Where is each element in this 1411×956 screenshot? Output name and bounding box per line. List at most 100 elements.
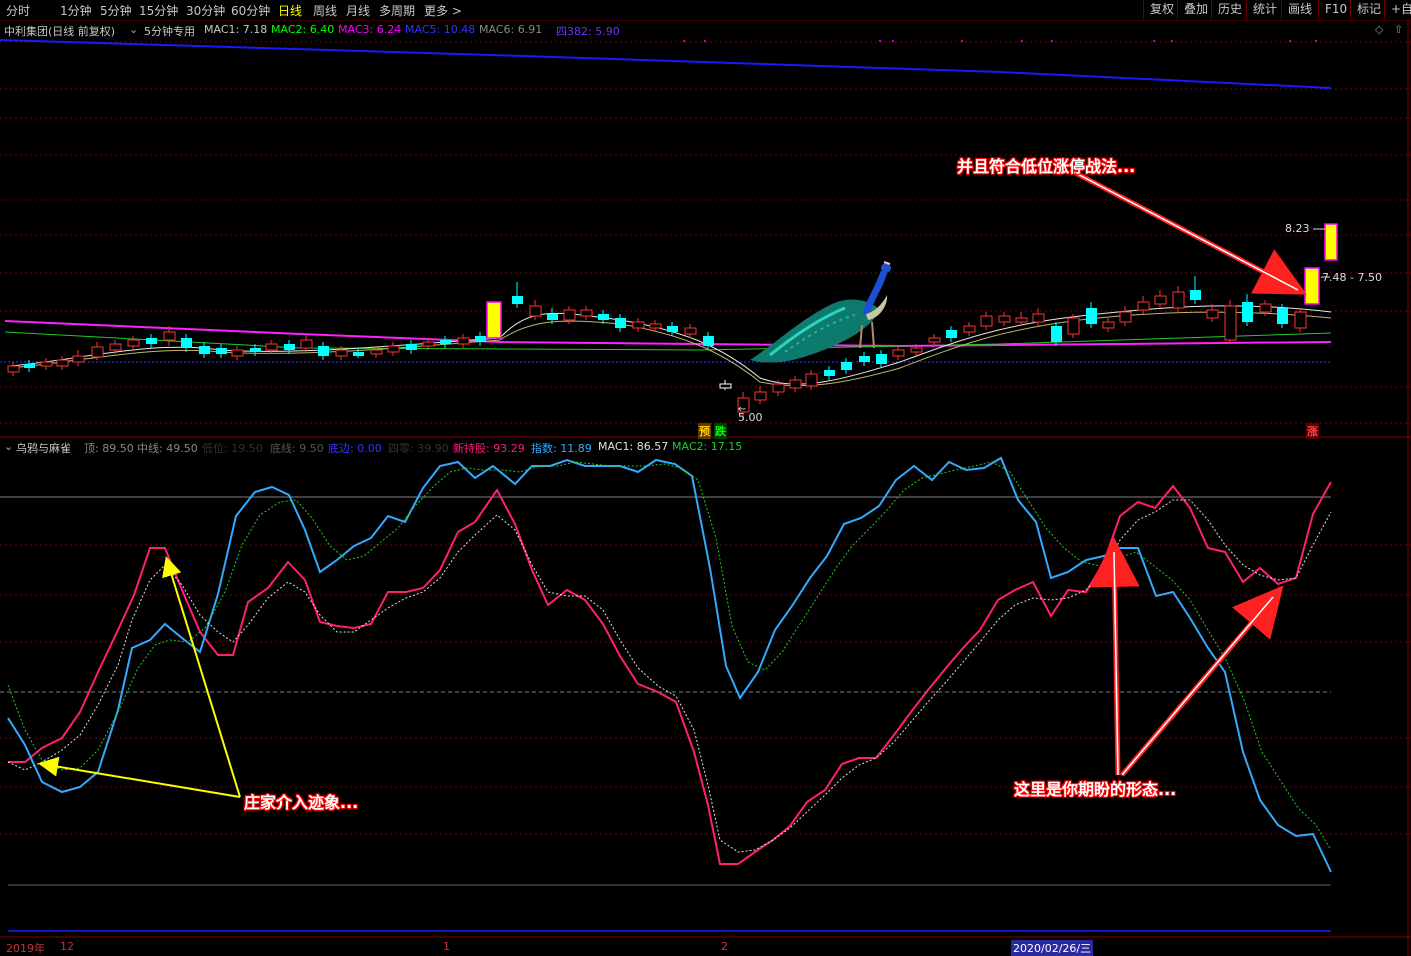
sub-edge: 底边: 0.00 (328, 442, 382, 455)
date-jan: 1 (443, 940, 450, 953)
candle-body (1242, 302, 1253, 322)
low-arrow-icon: ← (738, 404, 747, 415)
sub-indicator-name[interactable]: 乌鸦与麻雀 (16, 440, 71, 456)
candle-body (684, 327, 697, 335)
date-year: 2019年 (6, 942, 45, 955)
candle-body (598, 314, 609, 320)
annotation-top-right: 并且符合低位涨停战法... (957, 157, 1136, 176)
date-cursor: 2020/02/26/三 (1011, 940, 1094, 956)
signal-yu: 预 (698, 423, 711, 439)
candle-body (1119, 311, 1132, 323)
candle-body (824, 370, 835, 376)
candle-body (216, 348, 227, 354)
candle-body (1172, 291, 1185, 309)
candle-body (805, 373, 818, 387)
candle-body (40, 361, 53, 367)
sub-grid (0, 496, 1411, 932)
candle-body (370, 349, 383, 355)
pink-indicator-line (8, 481, 1332, 865)
signal-die: 跌 (714, 423, 727, 439)
candle-body (250, 348, 261, 352)
main-grid (0, 41, 1411, 424)
candle-body (703, 336, 714, 346)
settings-icon[interactable]: ⌄ (4, 440, 13, 453)
candle-body (284, 344, 295, 350)
candle-body (547, 314, 558, 320)
candle-body (199, 346, 210, 354)
sub-index: 指数: 11.89 (531, 442, 592, 455)
candle-body (72, 355, 85, 363)
candle-body (406, 344, 417, 350)
candle-body (512, 296, 523, 304)
candle-body (318, 346, 329, 356)
candle-body (632, 321, 645, 329)
candle-body (353, 352, 364, 356)
candle-body (440, 340, 451, 344)
candle-body (300, 339, 313, 349)
candle-body (109, 343, 122, 351)
candle-body (335, 349, 348, 357)
sub-low: 低位: 19.50 (202, 442, 263, 455)
high-price-label: 8.23 (1285, 222, 1310, 235)
candle-body (1067, 317, 1080, 335)
candle-body (719, 383, 732, 389)
candle-body (946, 330, 957, 338)
candle-body (563, 309, 576, 321)
date-dec: 12 (60, 940, 74, 953)
candle-body (1086, 308, 1097, 324)
candle-body (163, 331, 176, 341)
candle-body (1137, 301, 1150, 311)
candle-body (146, 338, 157, 344)
mac5-line (0, 39, 1332, 89)
candle-body (754, 391, 767, 401)
candle-body (928, 337, 941, 343)
candle-body (457, 337, 470, 345)
signal-zhang: 涨 (1306, 423, 1319, 439)
candle-body (963, 325, 976, 333)
candle-body (231, 349, 244, 357)
candle-body (1224, 305, 1237, 341)
mac1-line (9, 305, 1332, 385)
candle-body (7, 365, 20, 373)
candle-body (892, 349, 905, 357)
candle-body (1015, 317, 1028, 323)
candle-body (1259, 303, 1272, 313)
annotation-arrows (38, 167, 1307, 798)
candle-body (615, 318, 626, 328)
candle-body (24, 364, 35, 368)
sub-bottom: 底线: 9.50 (270, 442, 324, 455)
candle-body (859, 356, 870, 362)
candle-body (1294, 311, 1307, 329)
candle-body (980, 315, 993, 327)
chart-canvas (0, 20, 1411, 956)
candle-body (1206, 309, 1219, 319)
candle-body (475, 336, 486, 342)
candle-body (789, 379, 802, 389)
candle-body (1154, 295, 1167, 305)
candle-body (998, 315, 1011, 323)
candle-body (649, 323, 662, 329)
candle-body (181, 338, 192, 348)
candle-body (841, 362, 852, 370)
candle-body (56, 359, 69, 367)
candle-body (422, 341, 435, 347)
candle-body (387, 345, 400, 353)
candle-body (910, 347, 923, 353)
candle-body (667, 326, 678, 332)
candle-body (127, 339, 140, 347)
candlesticks (7, 276, 1307, 420)
signal-box-3 (1324, 223, 1338, 261)
peacock-image (750, 261, 891, 363)
candle-body (265, 343, 278, 351)
candle-body (1277, 308, 1288, 324)
candle-body (772, 383, 785, 393)
annotation-left: 庄家介入迹象... (244, 793, 359, 812)
sub-new: 新持股: 93.29 (453, 442, 525, 455)
candle-body (1032, 313, 1045, 323)
price-range-label: 7.48 - 7.50 (1322, 271, 1382, 284)
candle-body (91, 346, 104, 358)
candle-body (876, 354, 887, 364)
candle-body (580, 309, 593, 317)
candle-body (1051, 326, 1062, 342)
sub-mac1: MAC1: 86.57 (598, 440, 669, 453)
